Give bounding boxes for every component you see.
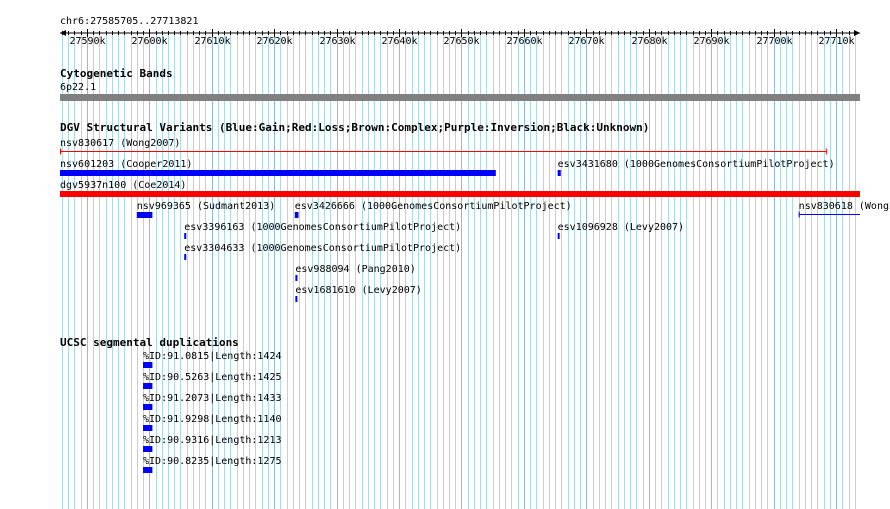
dgv-feature-bar (184, 254, 187, 260)
ruler-tick-label: 27610k (194, 36, 230, 47)
ruler-tick-label: 27620k (256, 36, 292, 47)
dgv-feature-bar (294, 212, 299, 218)
dgv-feature-label: dgv5937n100 (Coe2014) (60, 180, 186, 191)
segdup-feature-bar (143, 467, 153, 473)
segdup-feature-label: %ID:90.9316|Length:1213 (143, 435, 281, 446)
ruler-tick-label: 27700k (756, 36, 792, 47)
ruler-tick-label: 27650k (443, 36, 479, 47)
ruler-tick-label: 27630k (319, 36, 355, 47)
segdup-feature-bar (143, 362, 153, 368)
segdup-feature-label: %ID:91.0815|Length:1424 (143, 351, 281, 362)
dgv-feature[interactable]: nsv830618 (Wong2007) (798, 201, 890, 218)
dgv-feature-label: esv1681610 (Levy2007) (295, 285, 421, 296)
dgv-feature-bar (136, 212, 153, 218)
dgv-feature[interactable]: esv3304633 (1000GenomesConsortiumPilotPr… (184, 243, 461, 260)
segdup-track-title: UCSC segmental duplications (60, 336, 239, 349)
segdup-feature-bar (143, 446, 153, 452)
cytoband-label: 6p22.1 (60, 82, 96, 93)
dgv-feature[interactable]: dgv5937n100 (Coe2014) (60, 180, 860, 197)
cytoband-track-title: Cytogenetic Bands (60, 67, 173, 80)
ruler-tick-label: 27640k (381, 36, 417, 47)
dgv-feature-bar (557, 170, 561, 176)
segdup-feature-label: %ID:91.2073|Length:1433 (143, 393, 281, 404)
ruler-tick-label: 27670k (568, 36, 604, 47)
ruler-tick-label: 27710k (818, 36, 854, 47)
genome-browser-canvas: chr6:27585705..27713821 27590k 27600k 2761… (60, 16, 890, 509)
dgv-feature-label: esv3304633 (1000GenomesConsortiumPilotPr… (184, 243, 461, 254)
dgv-feature-bar (295, 275, 298, 281)
cytoband-bar[interactable] (60, 94, 860, 101)
dgv-feature-label: esv3431680 (1000GenomesConsortiumPilotPr… (558, 159, 835, 170)
ruler-tick-label: 27690k (693, 36, 729, 47)
dgv-feature[interactable]: esv3396163 (1000GenomesConsortiumPilotPr… (184, 222, 461, 239)
dgv-feature[interactable]: nsv969365 (Sudmant2013) (136, 201, 275, 218)
dgv-feature-label: esv1096928 (Levy2007) (558, 222, 684, 233)
segdup-feature-bar (143, 425, 153, 431)
dgv-feature-bar (60, 191, 860, 197)
dgv-feature-label: esv3426666 (1000GenomesConsortiumPilotPr… (295, 201, 572, 212)
dgv-feature[interactable]: esv1681610 (Levy2007) (295, 285, 422, 302)
dgv-feature-label: esv988094 (Pang2010) (295, 264, 415, 275)
dgv-feature-bar (184, 233, 187, 239)
dgv-feature-label: nsv601203 (Cooper2011) (60, 159, 192, 170)
dgv-track-title: DGV Structural Variants (Blue:Gain;Red:L… (60, 121, 649, 134)
dgv-feature-label: nsv969365 (Sudmant2013) (137, 201, 275, 212)
region-label: chr6:27585705..27713821 (60, 16, 198, 27)
segdup-feature-label: %ID:90.5263|Length:1425 (143, 372, 281, 383)
dgv-feature-bar (557, 233, 560, 239)
dgv-feature-bar (295, 296, 298, 302)
dgv-feature-bar (60, 170, 496, 176)
dgv-feature-label: esv3396163 (1000GenomesConsortiumPilotPr… (184, 222, 461, 233)
ruler-tick-label: 27680k (631, 36, 667, 47)
segdup-feature-bar (143, 383, 153, 389)
dgv-feature-label: nsv830617 (Wong2007) (60, 138, 180, 149)
ruler-tick-label: 27660k (506, 36, 542, 47)
dgv-feature-label: nsv830618 (Wong2007) (799, 201, 890, 212)
ruler-right-arrow (854, 30, 860, 36)
ruler-tick-label: 27600k (131, 36, 167, 47)
segdup-feature-label: %ID:90.8235|Length:1275 (143, 456, 281, 467)
segdup-feature-label: %ID:91.9298|Length:1140 (143, 414, 281, 425)
ruler-tick-label: 27590k (69, 36, 105, 47)
dgv-feature[interactable]: esv1096928 (Levy2007) (557, 222, 684, 239)
segdup-feature-bar (143, 404, 153, 410)
